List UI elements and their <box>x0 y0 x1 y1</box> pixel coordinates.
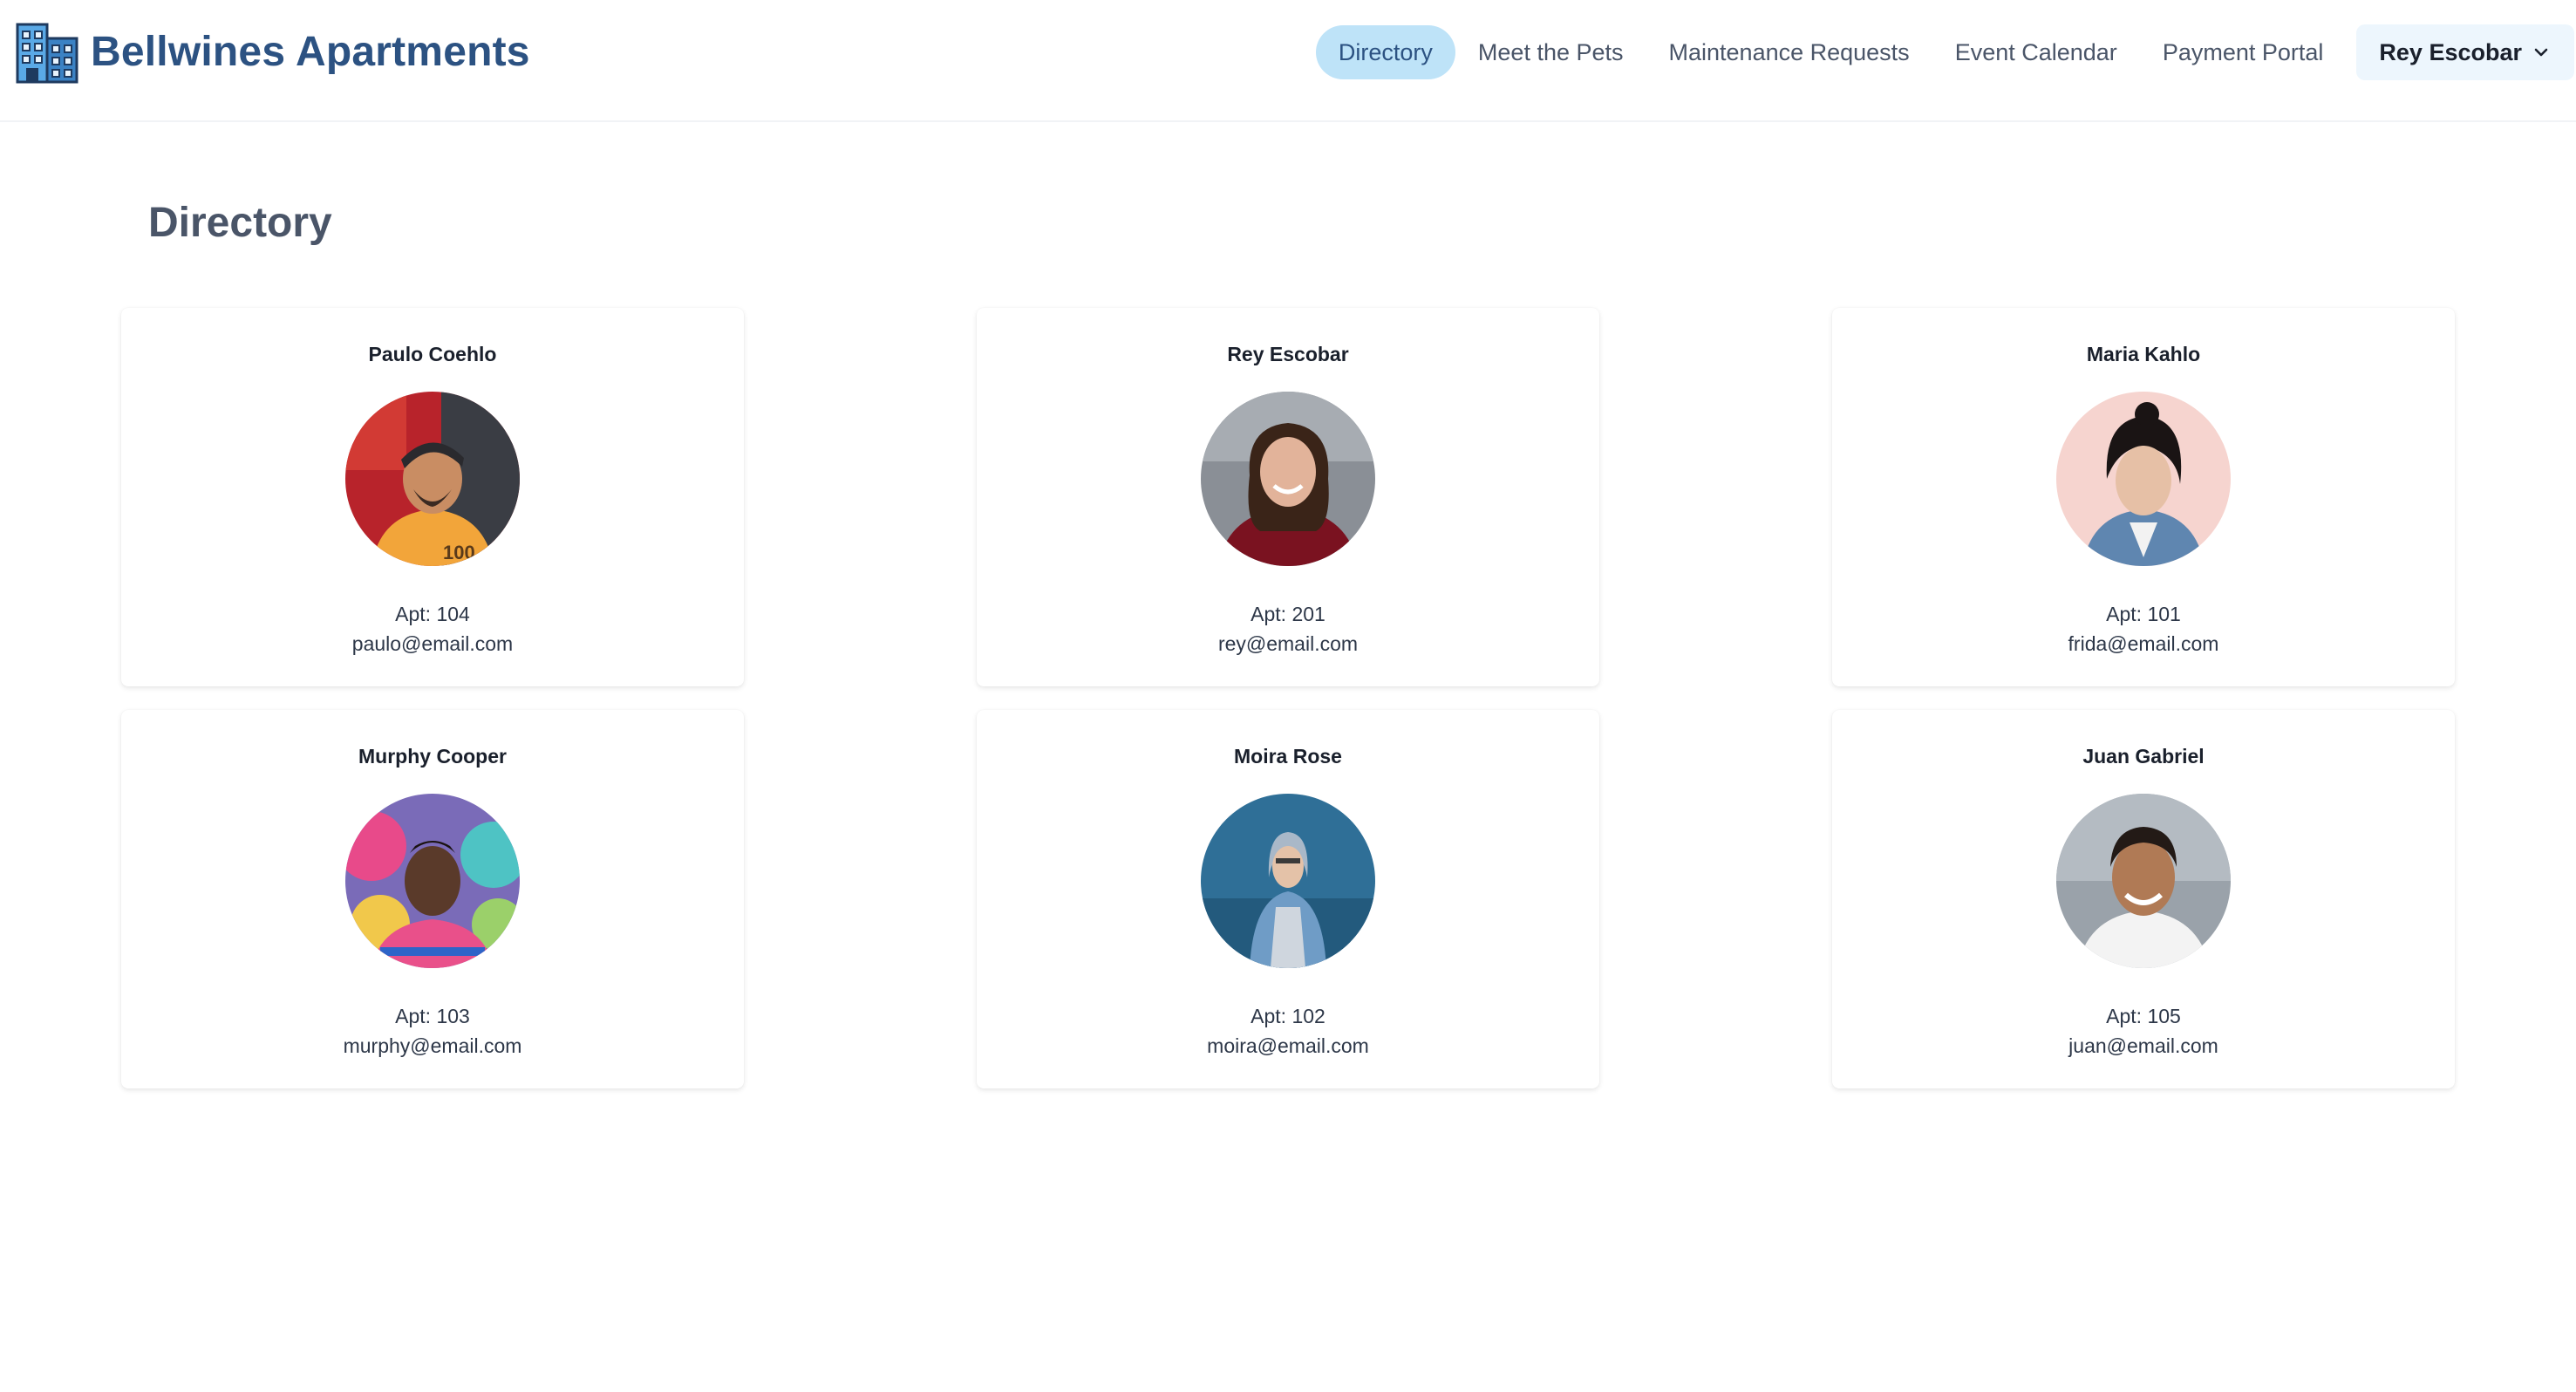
resident-name: Paulo Coehlo <box>368 343 497 365</box>
nav-meet-the-pets[interactable]: Meet the Pets <box>1455 25 1646 79</box>
resident-email[interactable]: frida@email.com <box>1832 632 2455 656</box>
svg-text:100: 100 <box>443 542 475 563</box>
resident-apt: Apt: 105 <box>2106 1005 2181 1027</box>
nav-maintenance-requests[interactable]: Maintenance Requests <box>1646 25 1932 79</box>
avatar: 100 <box>345 392 520 566</box>
resident-apt: Apt: 101 <box>2106 603 2181 625</box>
resident-email[interactable]: paulo@email.com <box>121 632 744 656</box>
resident-name: Moira Rose <box>1234 745 1342 768</box>
nav-event-calendar[interactable]: Event Calendar <box>1932 25 2140 79</box>
resident-email[interactable]: moira@email.com <box>977 1034 1599 1058</box>
avatar <box>345 794 520 968</box>
resident-email[interactable]: juan@email.com <box>1832 1034 2455 1058</box>
resident-card: Rey Escobar Apt: 201 rey@email.com <box>977 308 1599 686</box>
resident-card: Murphy Cooper Apt: 103 murphy@email.com <box>121 710 744 1088</box>
user-name: Rey Escobar <box>2379 38 2522 65</box>
resident-card: Juan Gabriel Apt: 105 juan@email.com <box>1832 710 2455 1088</box>
resident-apt: Apt: 103 <box>395 1005 470 1027</box>
resident-apt: Apt: 104 <box>395 603 470 625</box>
resident-name: Juan Gabriel <box>2082 745 2205 768</box>
chevron-down-icon <box>2534 48 2548 57</box>
page-title: Directory <box>148 200 332 246</box>
top-navbar: Bellwines Apartments Directory Meet the … <box>0 0 2576 122</box>
brand[interactable]: Bellwines Apartments <box>16 19 530 84</box>
avatar <box>2056 794 2231 968</box>
user-menu-button[interactable]: Rey Escobar <box>2356 24 2574 80</box>
nav-payment-portal[interactable]: Payment Portal <box>2140 25 2347 79</box>
resident-name: Rey Escobar <box>1227 343 1349 365</box>
main-nav: Directory Meet the Pets Maintenance Requ… <box>1315 24 2574 80</box>
resident-name: Murphy Cooper <box>358 745 507 768</box>
brand-name: Bellwines Apartments <box>91 28 530 75</box>
resident-email[interactable]: murphy@email.com <box>121 1034 744 1058</box>
resident-card: Moira Rose Apt: 102 moira@email.com <box>977 710 1599 1088</box>
resident-apt: Apt: 102 <box>1251 1005 1325 1027</box>
building-icon <box>16 23 78 84</box>
resident-name: Maria Kahlo <box>2086 343 2201 365</box>
avatar <box>1201 794 1375 968</box>
resident-apt: Apt: 201 <box>1251 603 1325 625</box>
resident-card: Maria Kahlo Apt: 101 frida@email.com <box>1832 308 2455 686</box>
resident-card: Paulo Coehlo 100 Apt: 104 paulo@email.co… <box>121 308 744 686</box>
avatar <box>1201 392 1375 566</box>
resident-email[interactable]: rey@email.com <box>977 632 1599 656</box>
avatar <box>2056 392 2231 566</box>
nav-directory[interactable]: Directory <box>1315 25 1455 79</box>
